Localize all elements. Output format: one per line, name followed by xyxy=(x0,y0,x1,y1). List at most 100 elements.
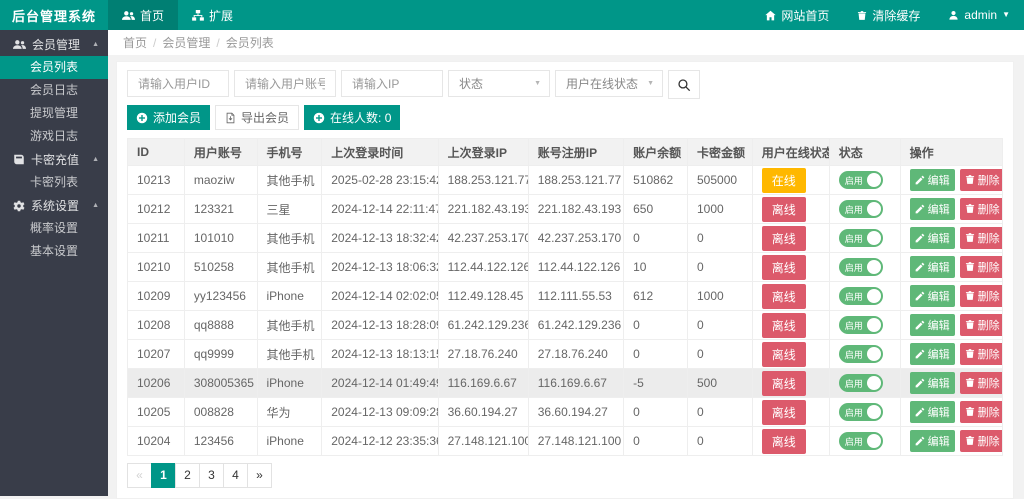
edit-button[interactable]: 编辑 xyxy=(910,227,955,249)
status-toggle[interactable]: 启用 xyxy=(839,403,883,421)
table-row: 10208qq8888其他手机2024-12-13 18:28:0961.242… xyxy=(128,311,1003,340)
pagination-page-1[interactable]: 1 xyxy=(151,463,176,488)
table-row: 10207qq9999其他手机2024-12-13 18:13:1527.18.… xyxy=(128,340,1003,369)
sidebar-item[interactable]: 会员日志 xyxy=(0,79,108,102)
tab-extension[interactable]: 扩展 xyxy=(178,0,247,30)
pagination-next[interactable]: » xyxy=(247,463,272,488)
toggle-knob xyxy=(867,318,881,332)
toggle-knob xyxy=(867,260,881,274)
breadcrumb: 首页/会员管理/会员列表 xyxy=(108,30,1024,56)
pagination-page-4[interactable]: 4 xyxy=(223,463,248,488)
plus-circle-icon xyxy=(136,112,148,124)
status-toggle[interactable]: 启用 xyxy=(839,374,883,392)
edit-button[interactable]: 编辑 xyxy=(910,314,955,336)
online-count-button[interactable]: 在线人数: 0 xyxy=(304,105,400,130)
cell-actions: 编辑 删除 xyxy=(900,253,1002,282)
edit-icon xyxy=(915,407,925,417)
online-status-badge: 离线 xyxy=(762,371,806,396)
cell-account: qq8888 xyxy=(184,311,257,340)
breadcrumb-home[interactable]: 首页 xyxy=(123,36,147,50)
site-home-link[interactable]: 网站首页 xyxy=(751,0,843,30)
user-account-input[interactable] xyxy=(234,70,336,97)
edit-button[interactable]: 编辑 xyxy=(910,198,955,220)
cell-account: maoziw xyxy=(184,166,257,195)
delete-button-label: 删除 xyxy=(978,317,1000,333)
edit-button[interactable]: 编辑 xyxy=(910,372,955,394)
delete-button[interactable]: 删除 xyxy=(960,227,1003,249)
cell-last_login_time: 2024-12-13 18:32:42 xyxy=(322,224,438,253)
ip-input[interactable] xyxy=(341,70,443,97)
cell-account: qq9999 xyxy=(184,340,257,369)
status-toggle[interactable]: 启用 xyxy=(839,287,883,305)
cell-status: 启用 xyxy=(829,311,900,340)
column-header: ID xyxy=(128,139,185,166)
cell-last_login_ip: 36.60.194.27 xyxy=(438,398,528,427)
edit-button-label: 编辑 xyxy=(928,172,950,188)
delete-button[interactable]: 删除 xyxy=(960,401,1003,423)
edit-button[interactable]: 编辑 xyxy=(910,256,955,278)
pagination-page-2[interactable]: 2 xyxy=(175,463,200,488)
sidebar-section[interactable]: 系统设置▲ xyxy=(0,194,108,217)
trash-icon xyxy=(857,10,867,21)
edit-button-label: 编辑 xyxy=(928,317,950,333)
edit-button[interactable]: 编辑 xyxy=(910,430,955,452)
trash-icon xyxy=(965,174,975,185)
sidebar-section[interactable]: 卡密充值▲ xyxy=(0,148,108,171)
sidebar-section[interactable]: 会员管理▲ xyxy=(0,33,108,56)
delete-button[interactable]: 删除 xyxy=(960,430,1003,452)
cell-actions: 编辑删除 xyxy=(900,195,1002,224)
search-button[interactable] xyxy=(668,70,700,99)
edit-button[interactable]: 编辑 xyxy=(910,169,955,191)
status-select[interactable]: 状态 ▼ xyxy=(448,70,550,97)
delete-button[interactable]: 删除 xyxy=(960,343,1003,365)
sidebar-item[interactable]: 卡密列表 xyxy=(0,171,108,194)
sidebar-item[interactable]: 概率设置 xyxy=(0,217,108,240)
cell-online-status: 离线 xyxy=(752,253,829,282)
pagination-page-3[interactable]: 3 xyxy=(199,463,224,488)
clear-cache-button[interactable]: 清除缓存 xyxy=(843,0,934,30)
status-toggle[interactable]: 启用 xyxy=(839,432,883,450)
sidebar-item[interactable]: 提现管理 xyxy=(0,102,108,125)
tab-home[interactable]: 首页 xyxy=(108,0,178,30)
sidebar-item[interactable]: 游戏日志 xyxy=(0,125,108,148)
delete-button[interactable]: 删除 xyxy=(960,285,1003,307)
delete-button[interactable]: 删除 xyxy=(960,314,1003,336)
delete-button[interactable]: 删除 xyxy=(960,198,1003,220)
cell-last_login_ip: 221.182.43.193 xyxy=(438,195,528,224)
edit-button[interactable]: 编辑 xyxy=(910,285,955,307)
site-home-label: 网站首页 xyxy=(781,7,829,24)
add-member-button[interactable]: 添加会员 xyxy=(127,105,210,130)
delete-button[interactable]: 删除 xyxy=(960,372,1003,394)
edit-button[interactable]: 编辑 xyxy=(910,401,955,423)
cell-phone: 其他手机 xyxy=(257,311,322,340)
sidebar-item-active[interactable]: 会员列表 xyxy=(0,56,108,79)
delete-button-label: 删除 xyxy=(978,259,1000,275)
sidebar-item[interactable]: 基本设置 xyxy=(0,240,108,263)
status-toggle-label: 启用 xyxy=(839,319,863,332)
user-id-input[interactable] xyxy=(127,70,229,97)
users-icon xyxy=(13,39,26,50)
breadcrumb-member-management[interactable]: 会员管理 xyxy=(162,36,210,50)
cell-phone: 其他手机 xyxy=(257,166,322,195)
cell-status: 启用 xyxy=(829,369,900,398)
cell-id: 10207 xyxy=(128,340,185,369)
cell-card_amount: 0 xyxy=(688,311,753,340)
export-members-button[interactable]: 导出会员 xyxy=(215,105,299,130)
status-toggle[interactable]: 启用 xyxy=(839,316,883,334)
delete-button[interactable]: 删除 xyxy=(960,169,1003,191)
status-toggle[interactable]: 启用 xyxy=(839,171,883,189)
status-toggle[interactable]: 启用 xyxy=(839,200,883,218)
edit-button[interactable]: 编辑 xyxy=(910,343,955,365)
delete-button[interactable]: 删除 xyxy=(960,256,1003,278)
status-toggle[interactable]: 启用 xyxy=(839,229,883,247)
cell-online-status: 离线 xyxy=(752,427,829,456)
column-header: 账号注册IP xyxy=(528,139,623,166)
cell-card_amount: 0 xyxy=(688,224,753,253)
cell-id: 10204 xyxy=(128,427,185,456)
admin-menu[interactable]: admin ▼ xyxy=(934,0,1024,30)
pagination-prev[interactable]: « xyxy=(127,463,152,488)
delete-button-label: 删除 xyxy=(978,288,1000,304)
status-toggle[interactable]: 启用 xyxy=(839,258,883,276)
online-status-select[interactable]: 用户在线状态 ▼ xyxy=(555,70,663,97)
status-toggle[interactable]: 启用 xyxy=(839,345,883,363)
